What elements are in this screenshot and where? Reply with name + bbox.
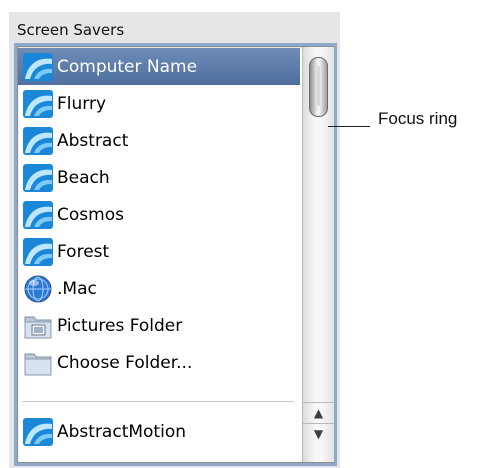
scroll-up-arrow-icon[interactable]: ▲ [303,402,334,423]
list-item-label: Cosmos [57,204,124,225]
screensaver-swirl-icon [23,126,53,155]
screen-saver-list[interactable]: Computer Name Flurry Abstract Beach Cosm… [17,46,334,463]
pictures-folder-icon [24,316,52,338]
list-item-abstract[interactable]: Abstract [18,122,300,159]
list-item-dot-mac[interactable]: .Mac [18,270,300,307]
screen-savers-panel: Screen Savers Computer Name Flurry Abstr… [9,12,340,468]
screensaver-swirl-icon [23,237,53,266]
list-item-label: Abstract [57,130,129,151]
list-item-label: Flurry [57,93,107,114]
folder-icon [24,353,52,375]
list-item-beach[interactable]: Beach [18,159,300,196]
screensaver-swirl-icon [23,89,53,118]
list-item-label: Computer Name [57,56,198,77]
list-item-choose-folder[interactable]: Choose Folder... [18,344,300,381]
scrollbar-thumb[interactable] [309,57,328,117]
screensaver-swirl-icon [23,52,53,81]
list-item-label: AbstractMotion [57,421,186,442]
list-item-cosmos[interactable]: Cosmos [18,196,300,233]
list-item-flurry[interactable]: Flurry [18,85,300,122]
scroll-down-arrow-icon[interactable]: ▼ [303,423,334,444]
list-item-label: Choose Folder... [57,352,193,373]
list-item-label: .Mac [57,278,97,299]
list-item-label: Forest [57,241,110,262]
screensaver-swirl-icon [23,417,53,446]
list-item-pictures-folder[interactable]: Pictures Folder [18,307,300,344]
callout-line [328,126,370,127]
list-item-label: Pictures Folder [57,315,183,336]
list-rows: Computer Name Flurry Abstract Beach Cosm… [18,47,300,462]
panel-title: Screen Savers [17,21,125,39]
list-item-forest[interactable]: Forest [18,233,300,270]
vertical-scrollbar[interactable]: ▲ ▼ [302,47,334,462]
mac-globe-icon [24,275,52,302]
screensaver-swirl-icon [23,200,53,229]
list-divider [22,401,294,402]
list-item-abstractmotion[interactable]: AbstractMotion [18,413,300,450]
list-item-label: Beach [57,167,110,188]
focus-ring-callout: Focus ring [378,109,458,128]
list-item-computer-name[interactable]: Computer Name [18,48,300,85]
screensaver-swirl-icon [23,163,53,192]
